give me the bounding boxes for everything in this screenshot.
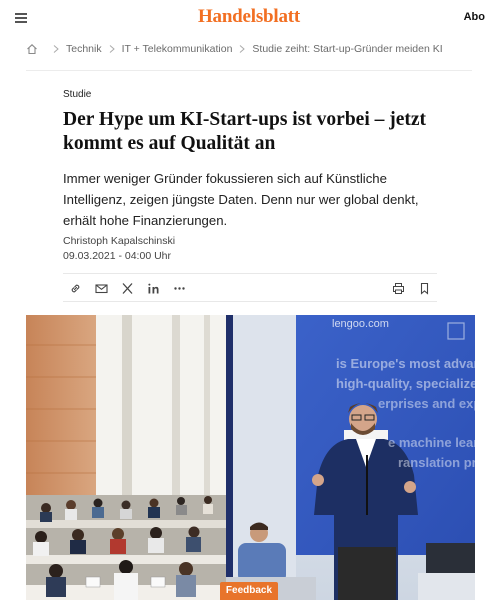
print-icon[interactable] — [392, 282, 405, 295]
breadcrumb-item-current: Studie zeiht: Start-up-Gründer meiden KI — [252, 43, 443, 55]
screen-text-line: high-quality, specialize — [336, 376, 475, 391]
screen-text-line: is Europe's most advan — [336, 356, 475, 371]
breadcrumb-item-it[interactable]: IT + Telekommunikation — [122, 43, 233, 55]
home-icon[interactable] — [26, 43, 38, 55]
top-bar: Handelsblatt Abo — [0, 0, 498, 36]
mail-icon[interactable] — [95, 282, 108, 295]
divider — [26, 70, 472, 71]
site-logo[interactable]: Handelsblatt — [0, 6, 498, 28]
chevron-right-icon — [53, 45, 59, 53]
article-kicker: Studie — [63, 89, 92, 100]
screen-text-line: erprises and expert — [378, 396, 475, 411]
more-icon[interactable] — [173, 282, 186, 295]
article-headline: Der Hype um KI-Start-ups ist vorbei – je… — [63, 109, 427, 154]
breadcrumb: Technik IT + Telekommunikation Studie ze… — [26, 40, 443, 58]
feedback-button[interactable]: Feedback — [220, 582, 278, 600]
hero-image[interactable]: lengoo.com is Europe's most advan high-q… — [26, 315, 475, 600]
linkedin-icon[interactable] — [147, 282, 160, 295]
screen-text-line: ranslation pr — [398, 455, 475, 470]
x-icon[interactable] — [121, 282, 134, 295]
share-bar — [63, 273, 437, 302]
author-name[interactable]: Christoph Kapalschinski — [63, 235, 175, 247]
link-icon[interactable] — [69, 282, 82, 295]
chevron-right-icon — [109, 45, 115, 53]
screen-text-line: lengoo.com — [332, 318, 389, 330]
breadcrumb-item-technik[interactable]: Technik — [66, 43, 102, 55]
chevron-right-icon — [240, 45, 246, 53]
bookmark-icon[interactable] — [418, 282, 431, 295]
publish-date: 09.03.2021 - 04:00 Uhr — [63, 250, 171, 262]
conference-photo: lengoo.com is Europe's most advan high-q… — [26, 315, 475, 600]
article-teaser: Immer weniger Gründer fokussieren sich a… — [63, 171, 419, 228]
screen-text-line: e machine learni — [388, 435, 475, 450]
subscribe-button[interactable]: Abo — [464, 11, 485, 23]
